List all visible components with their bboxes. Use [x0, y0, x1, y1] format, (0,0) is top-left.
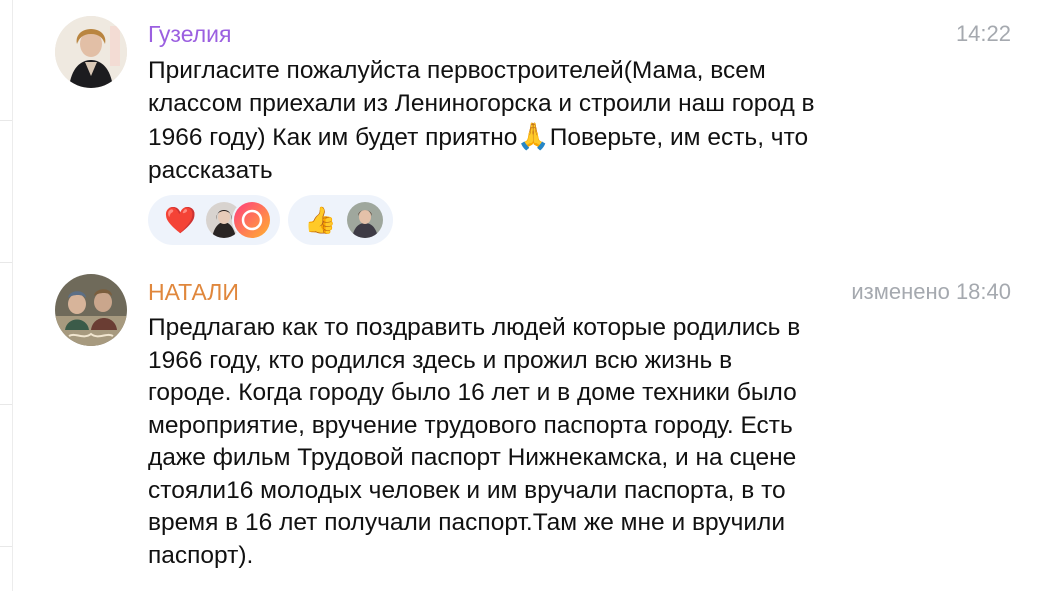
rail-divider — [0, 262, 12, 263]
rail-divider — [0, 546, 12, 547]
reactor-photo-icon — [346, 202, 383, 238]
message-text: Пригласите пожалуйста первостроителей(Ма… — [148, 55, 928, 187]
avatar-photo-icon — [55, 16, 127, 88]
left-rail — [0, 0, 13, 591]
message-time: 14:22 — [955, 21, 1011, 46]
reactions-bar: ❤️ 👍 — [148, 195, 393, 245]
avatar-photo-icon — [55, 274, 127, 346]
rail-divider — [0, 120, 12, 121]
rail-divider — [0, 404, 12, 405]
message-time: изменено 18:40 — [851, 279, 1011, 304]
chat-view: Гузелия 14:22 Пригласите пожалуйста перв… — [0, 0, 1047, 591]
reactor-avatar — [232, 200, 273, 240]
reactor-avatar — [344, 200, 385, 240]
reactor-logo-icon — [234, 202, 271, 238]
thumbs-up-icon: 👍 — [304, 205, 337, 235]
author-name[interactable]: НАТАЛИ — [148, 278, 239, 306]
avatar[interactable] — [55, 274, 127, 346]
message-text: Предлагаю как то поздравить людей которы… — [148, 314, 801, 569]
reaction-thumbs-up[interactable]: 👍 — [288, 195, 393, 245]
praying-hands-icon: 🙏 — [517, 121, 550, 151]
avatar[interactable] — [55, 16, 127, 88]
heart-icon: ❤️ — [164, 205, 197, 235]
reaction-heart[interactable]: ❤️ — [148, 195, 281, 245]
author-name[interactable]: Гузелия — [148, 20, 231, 48]
